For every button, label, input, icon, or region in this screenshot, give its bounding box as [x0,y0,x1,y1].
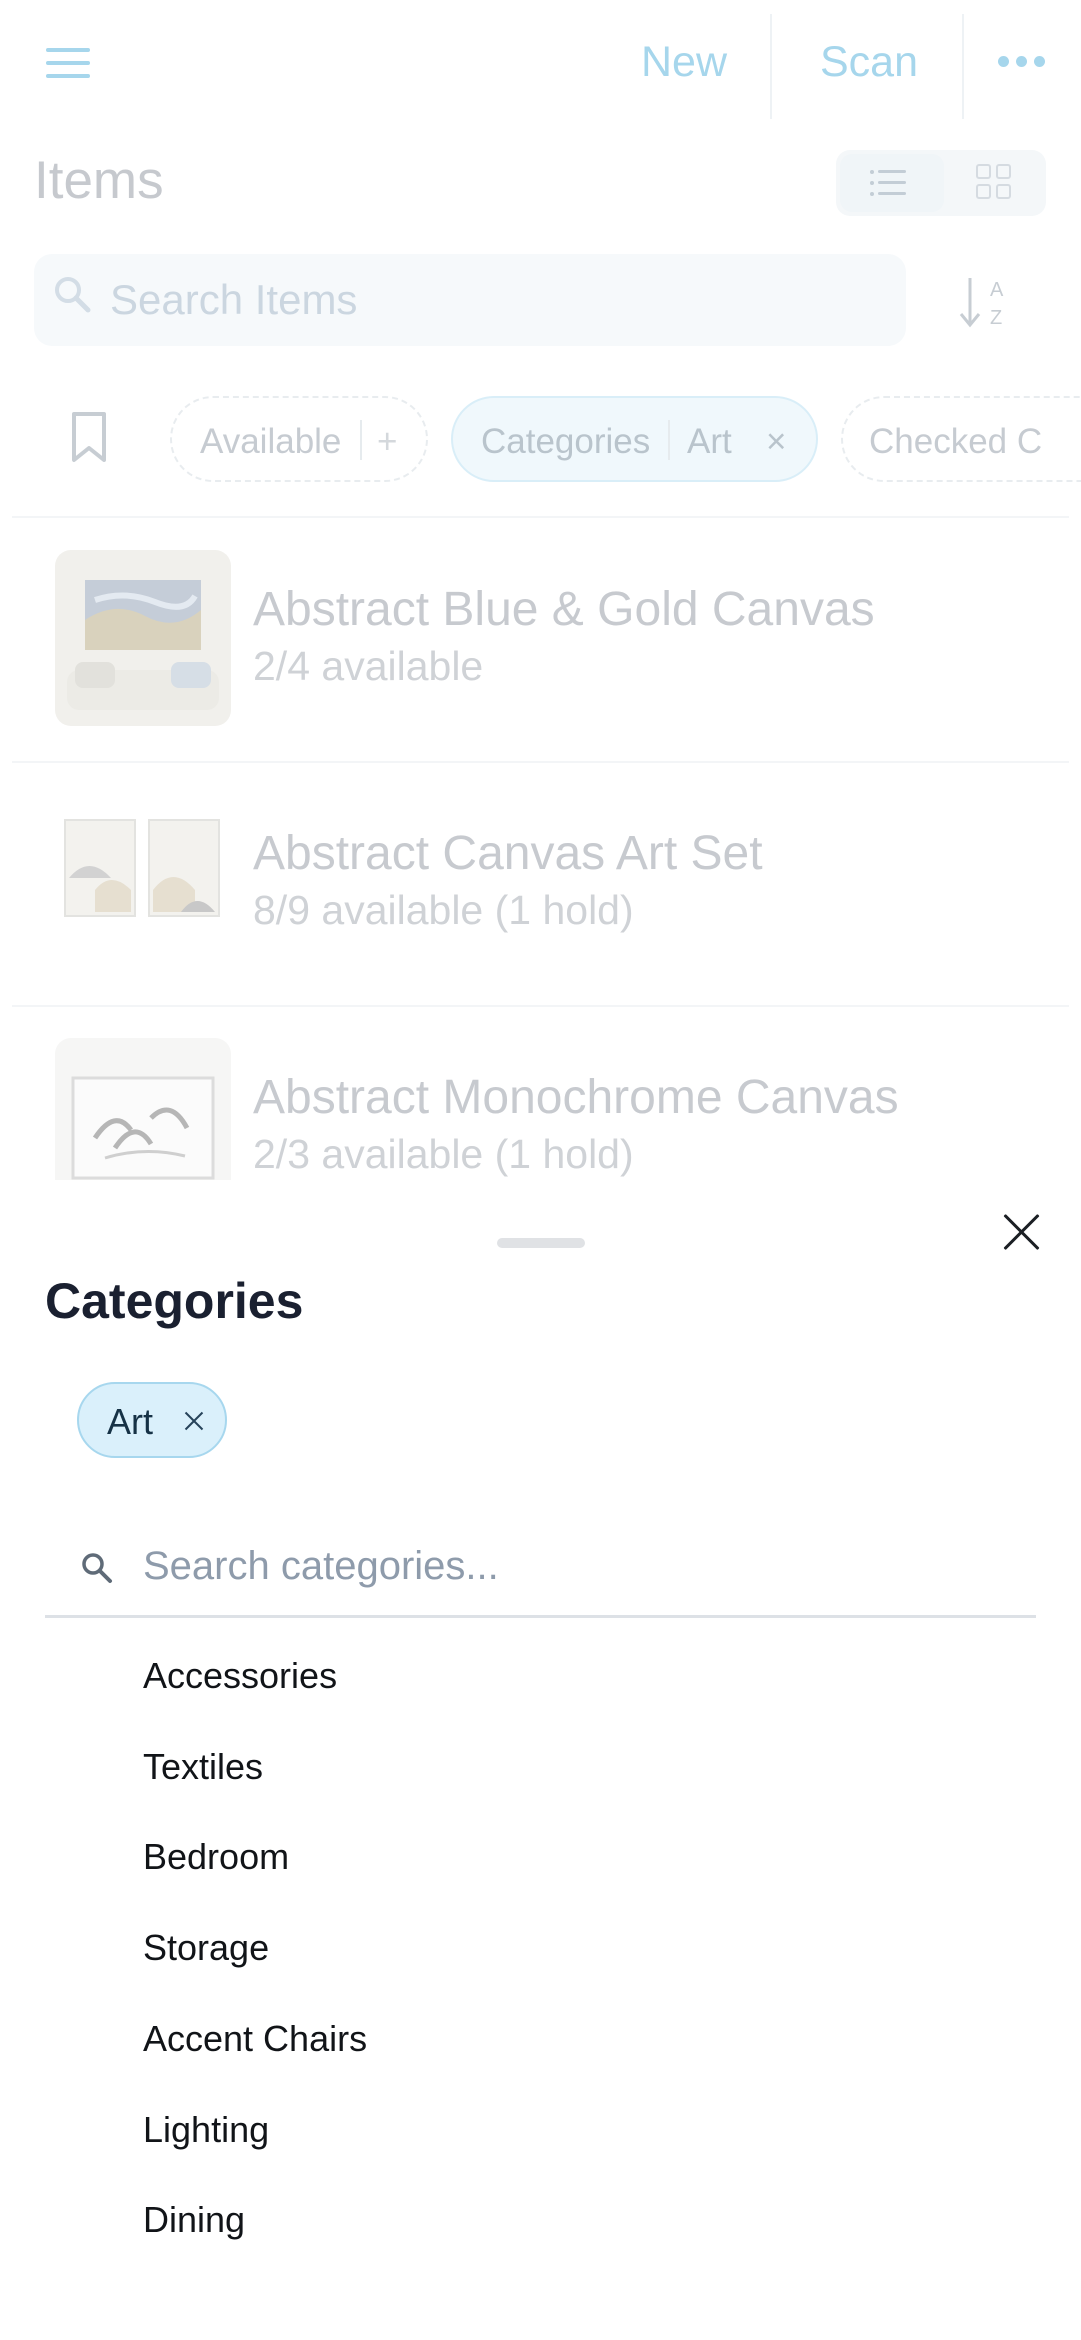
bookmark-icon[interactable] [68,410,110,464]
item-thumbnail [55,1038,231,1180]
svg-text:Z: Z [990,307,1002,329]
list-item[interactable]: Abstract Blue & Gold Canvas 2/4 availabl… [0,518,1081,726]
chip-label: Checked C [869,422,1043,461]
page-title: Items [34,151,164,210]
category-option[interactable]: Bedroom [143,1836,289,1878]
grid-view-icon[interactable] [976,164,1014,202]
category-option[interactable]: Lighting [143,2109,269,2151]
filter-chip-checked[interactable]: Checked C [841,396,1081,482]
category-search-input[interactable]: Search categories... [45,1520,1036,1618]
search-icon [82,1553,112,1583]
list-item[interactable]: Abstract Monochrome Canvas 2/3 available… [0,1006,1081,1180]
item-availability: 8/9 available (1 hold) [253,887,634,933]
chip-divider [668,420,670,460]
view-toggle [836,150,1046,216]
item-thumbnail [55,550,231,726]
search-input[interactable]: Search Items [34,254,906,346]
search-placeholder: Search Items [110,276,358,323]
list-view-icon[interactable] [840,154,944,212]
chip-value: Art [687,422,732,461]
toolbar-divider [770,14,772,119]
item-name: Abstract Blue & Gold Canvas [253,583,875,636]
more-icon[interactable] [998,56,1046,70]
remove-filter-icon[interactable]: × [766,422,786,462]
sheet-title: Categories [45,1273,304,1329]
items-page: New Scan Items Search Items A Z Availabl… [0,0,1081,1180]
category-search-placeholder: Search categories... [143,1544,499,1588]
toolbar-divider [962,14,964,119]
category-option[interactable]: Storage [143,1927,269,1969]
close-icon[interactable] [1002,1212,1042,1252]
chip-label: Categories [481,422,651,461]
category-option[interactable]: Accessories [143,1655,337,1697]
chip-label: Art [107,1401,154,1442]
category-option[interactable]: Accent Chairs [143,2018,367,2060]
top-bar: New Scan [0,0,1081,130]
category-option[interactable]: Dining [143,2199,245,2241]
new-button[interactable]: New [641,38,727,87]
scan-button[interactable]: Scan [820,38,918,87]
filter-chip-available[interactable]: Available + [170,396,428,482]
chip-divider [360,420,362,460]
categories-sheet: Categories Art Search categories... Acce… [0,1180,1081,2340]
item-availability: 2/4 available [253,643,484,689]
list-item[interactable]: Abstract Canvas Art Set 8/9 available (1… [0,762,1081,970]
search-icon [55,277,91,313]
category-option[interactable]: Textiles [143,1746,263,1788]
close-icon[interactable] [181,1405,207,1435]
sheet-drag-handle[interactable] [497,1238,585,1248]
svg-text:A: A [990,279,1004,301]
selected-category-chip[interactable]: Art [77,1382,227,1458]
item-name: Abstract Monochrome Canvas [253,1071,899,1124]
filter-chip-categories[interactable]: Categories Art × [451,396,818,482]
item-availability: 2/3 available (1 hold) [253,1131,634,1177]
filter-chips: Available + Categories Art × Checked C [0,390,1081,490]
item-name: Abstract Canvas Art Set [253,827,763,880]
item-thumbnail [55,794,231,970]
add-filter-icon[interactable]: + [377,422,397,462]
sort-az-icon[interactable]: A Z [958,270,1016,336]
menu-icon[interactable] [46,48,90,84]
chip-label: Available [200,422,342,461]
